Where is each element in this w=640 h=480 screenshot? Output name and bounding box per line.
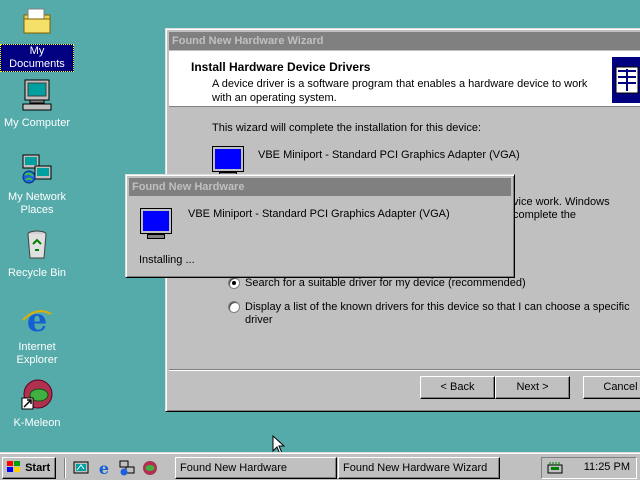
option-label: Display a list of the known drivers for … [245, 301, 630, 326]
next-button[interactable]: Next > [495, 376, 570, 399]
start-button[interactable]: Start [2, 457, 56, 479]
found-new-hardware-dialog: Found New Hardware VBE Miniport - Standa… [125, 174, 515, 278]
desktop-icon-internet-explorer[interactable]: e Internet Explorer [0, 301, 74, 367]
back-button[interactable]: < Back [420, 376, 495, 399]
popup-device-name: VBE Miniport - Standard PCI Graphics Ada… [188, 208, 450, 220]
wizard-divider [169, 369, 640, 371]
task-button-wizard[interactable]: Found New Hardware Wizard [338, 457, 500, 479]
computer-icon [22, 79, 52, 111]
ie-icon[interactable]: e [96, 460, 112, 476]
svg-text:e: e [27, 302, 47, 336]
wizard-body-text-line1: vice work. Windows [513, 196, 610, 208]
desktop-icon-label: Recycle Bin [7, 267, 67, 279]
desktop-icon-label: K-Meleon [13, 417, 61, 429]
hardware-wizard-icon [612, 57, 640, 103]
windows-logo-icon [7, 461, 20, 472]
desktop-icon-label: My Computer [3, 117, 71, 129]
desktop-icon-my-computer[interactable]: My Computer [0, 78, 74, 130]
quick-launch-bar: e [64, 458, 166, 478]
option-search-driver[interactable]: Search for a suitable driver for my devi… [228, 276, 638, 292]
svg-text:e: e [99, 460, 109, 476]
network-icon[interactable] [119, 460, 135, 476]
network-icon [22, 154, 52, 184]
folder-icon [23, 8, 51, 34]
desktop-icon-label: Internet Explorer [16, 341, 58, 366]
wizard-header-desc: A device driver is a software program th… [212, 78, 588, 104]
desktop-icon-label: My Network Places [7, 191, 67, 216]
show-desktop-icon[interactable] [73, 460, 89, 476]
desktop-icon-recycle-bin[interactable]: Recycle Bin [0, 228, 74, 280]
taskbar: Start e Found New Hardware Found New Har… [0, 452, 640, 480]
desktop-icon-label: My Documents [0, 44, 74, 72]
desktop-icon-k-meleon[interactable]: K-Meleon [0, 378, 74, 430]
recycle-bin-icon [27, 230, 47, 259]
kmeleon-icon[interactable] [142, 460, 158, 476]
task-button-found-new-hardware[interactable]: Found New Hardware [175, 457, 337, 479]
clock: 11:25 PM [583, 461, 630, 473]
wizard-header: Install Hardware Device Drivers A device… [169, 51, 640, 107]
kmeleon-icon [21, 379, 53, 410]
hardware-tray-icon[interactable] [547, 460, 563, 476]
start-label: Start [25, 462, 51, 474]
radio-button-selected[interactable] [228, 277, 240, 289]
system-tray: 11:25 PM [541, 457, 637, 479]
popup-titlebar[interactable]: Found New Hardware [129, 178, 511, 196]
wizard-titlebar[interactable]: Found New Hardware Wizard [169, 32, 640, 50]
ie-icon: e [22, 301, 52, 339]
option-label: Search for a suitable driver for my devi… [245, 277, 526, 289]
wizard-header-title: Install Hardware Device Drivers [191, 60, 371, 74]
wizard-intro-text: This wizard will complete the installati… [212, 122, 482, 134]
option-display-list[interactable]: Display a list of the known drivers for … [228, 300, 630, 330]
desktop-icon-my-documents[interactable]: My Documents [0, 5, 74, 72]
cancel-button[interactable]: Cancel [583, 376, 640, 399]
popup-status-text: Installing ... [139, 254, 195, 266]
wizard-device-name: VBE Miniport - Standard PCI Graphics Ada… [258, 149, 520, 161]
desktop-icon-my-network-places[interactable]: My Network Places [0, 152, 74, 217]
wizard-body-text-line2: complete the [513, 209, 576, 221]
radio-button[interactable] [228, 301, 240, 313]
